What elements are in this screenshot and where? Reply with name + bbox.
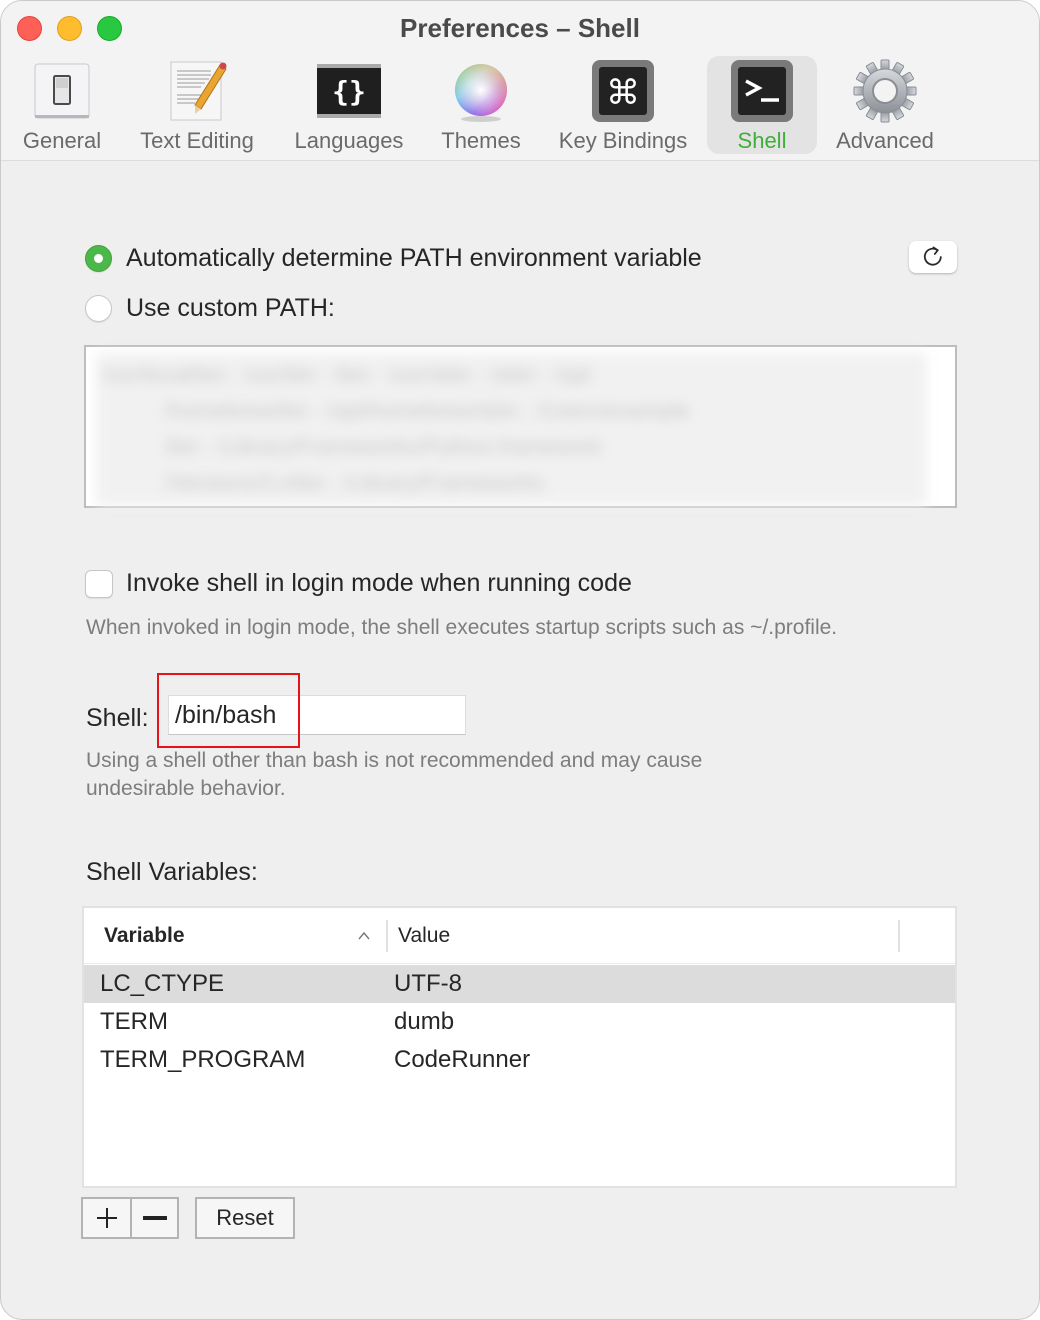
gear-icon [853,59,917,123]
custom-path-value: /usr/local/bin : /usr/bin : /bin : /usr/… [96,353,927,506]
login-mode-label: Invoke shell in login mode when running … [126,569,632,597]
path-auto-option[interactable]: Automatically determine PATH environment… [85,243,702,273]
sort-ascending-icon[interactable] [356,928,372,944]
path-line: /Versions/3.x/bin : /Library/Frameworks [164,470,545,495]
path-custom-option[interactable]: Use custom PATH: [85,293,335,323]
table-row[interactable]: TERM_PROGRAM CodeRunner [84,1041,955,1079]
refresh-icon [923,246,942,266]
shell-help: Using a shell other than bash is not rec… [86,747,702,803]
shell-help-line: Using a shell other than bash is not rec… [86,749,703,772]
titlebar: Preferences – Shell General Text Editing… [1,1,1039,161]
variable-value-cell: CodeRunner [394,1046,531,1073]
variable-name-cell: TERM [100,1008,168,1035]
tab-shell-label: Shell [737,128,787,153]
table-row[interactable]: LC_CTYPE UTF-8 [84,965,955,1003]
login-mode-checkbox[interactable] [85,569,113,598]
shell-label: Shell: [86,704,149,732]
column-header-variable[interactable]: Variable [104,924,185,948]
add-remove-segmented-control [81,1197,179,1239]
reset-variables-button[interactable]: Reset [195,1197,295,1239]
variable-name-cell: TERM_PROGRAM [100,1046,306,1073]
column-divider[interactable] [386,920,388,952]
path-line: /bin : /Library/Frameworks/Python.framew… [164,434,602,459]
tab-shell[interactable]: Shell [707,56,817,154]
refresh-path-button[interactable] [909,241,957,273]
path-line: /usr/local/bin : /usr/bin : /bin : /usr/… [102,362,592,387]
variable-value-cell: dumb [394,1008,455,1035]
preferences-window: Preferences – Shell General Text Editing… [0,0,1040,1320]
path-line: /homebrew/bin : /opt/homebrew/sbin : /Us… [164,398,690,423]
path-auto-radio[interactable] [85,244,112,272]
column-divider[interactable] [898,920,900,952]
svg-text:{}: {} [332,75,366,108]
tab-key-bindings-label: Key Bindings [558,128,688,153]
tab-key-bindings[interactable]: ⌘ Key Bindings [549,56,697,154]
document-pencil-icon [165,59,229,123]
column-header-value[interactable]: Value [398,924,450,948]
tab-themes[interactable]: Themes [431,56,531,154]
path-custom-radio[interactable] [85,294,112,322]
plus-icon [96,1208,117,1228]
tab-general[interactable]: General [13,56,111,154]
shell-help-line: undesirable behavior. [86,777,286,800]
variable-name-cell: LC_CTYPE [100,970,225,997]
minus-icon [142,1216,167,1220]
path-custom-label: Use custom PATH: [126,293,335,322]
svg-text:⌘: ⌘ [606,73,640,113]
window-title: Preferences – Shell [400,13,640,43]
tab-general-label: General [22,128,102,153]
toggle-switch-icon [30,59,94,123]
tab-themes-label: Themes [441,128,521,153]
shell-variables-table[interactable]: Variable Value LC_CTYPE UTF-8 TERM dumb … [82,906,957,1188]
shell-variables-label: Shell Variables: [86,858,258,886]
login-mode-help: When invoked in login mode, the shell ex… [86,616,838,639]
custom-path-textarea[interactable]: /usr/local/bin : /usr/bin : /bin : /usr/… [84,345,957,508]
shell-path-input[interactable] [168,695,466,735]
tab-advanced-label: Advanced [836,128,934,153]
tab-text-editing[interactable]: Text Editing [129,56,265,154]
shell-preferences-pane: Automatically determine PATH environment… [1,162,1039,1319]
tab-text-editing-label: Text Editing [140,128,254,153]
terminal-prompt-icon [730,59,794,123]
color-wheel-icon [449,59,513,123]
variable-value-cell: UTF-8 [394,970,462,997]
tab-languages-label: Languages [294,128,404,153]
login-mode-option[interactable]: Invoke shell in login mode when running … [85,569,632,598]
curly-braces-icon: {} [317,59,381,123]
table-header: Variable Value [84,908,955,964]
path-auto-label: Automatically determine PATH environment… [126,243,702,272]
table-row[interactable]: TERM dumb [84,1003,955,1041]
tab-advanced[interactable]: Advanced [827,56,943,154]
tab-languages[interactable]: {} Languages [283,56,415,154]
add-variable-button[interactable] [83,1199,130,1237]
preferences-toolbar: General Text Editing {} Languages Themes… [1,56,1039,156]
remove-variable-button[interactable] [130,1199,177,1237]
command-key-icon: ⌘ [591,59,655,123]
